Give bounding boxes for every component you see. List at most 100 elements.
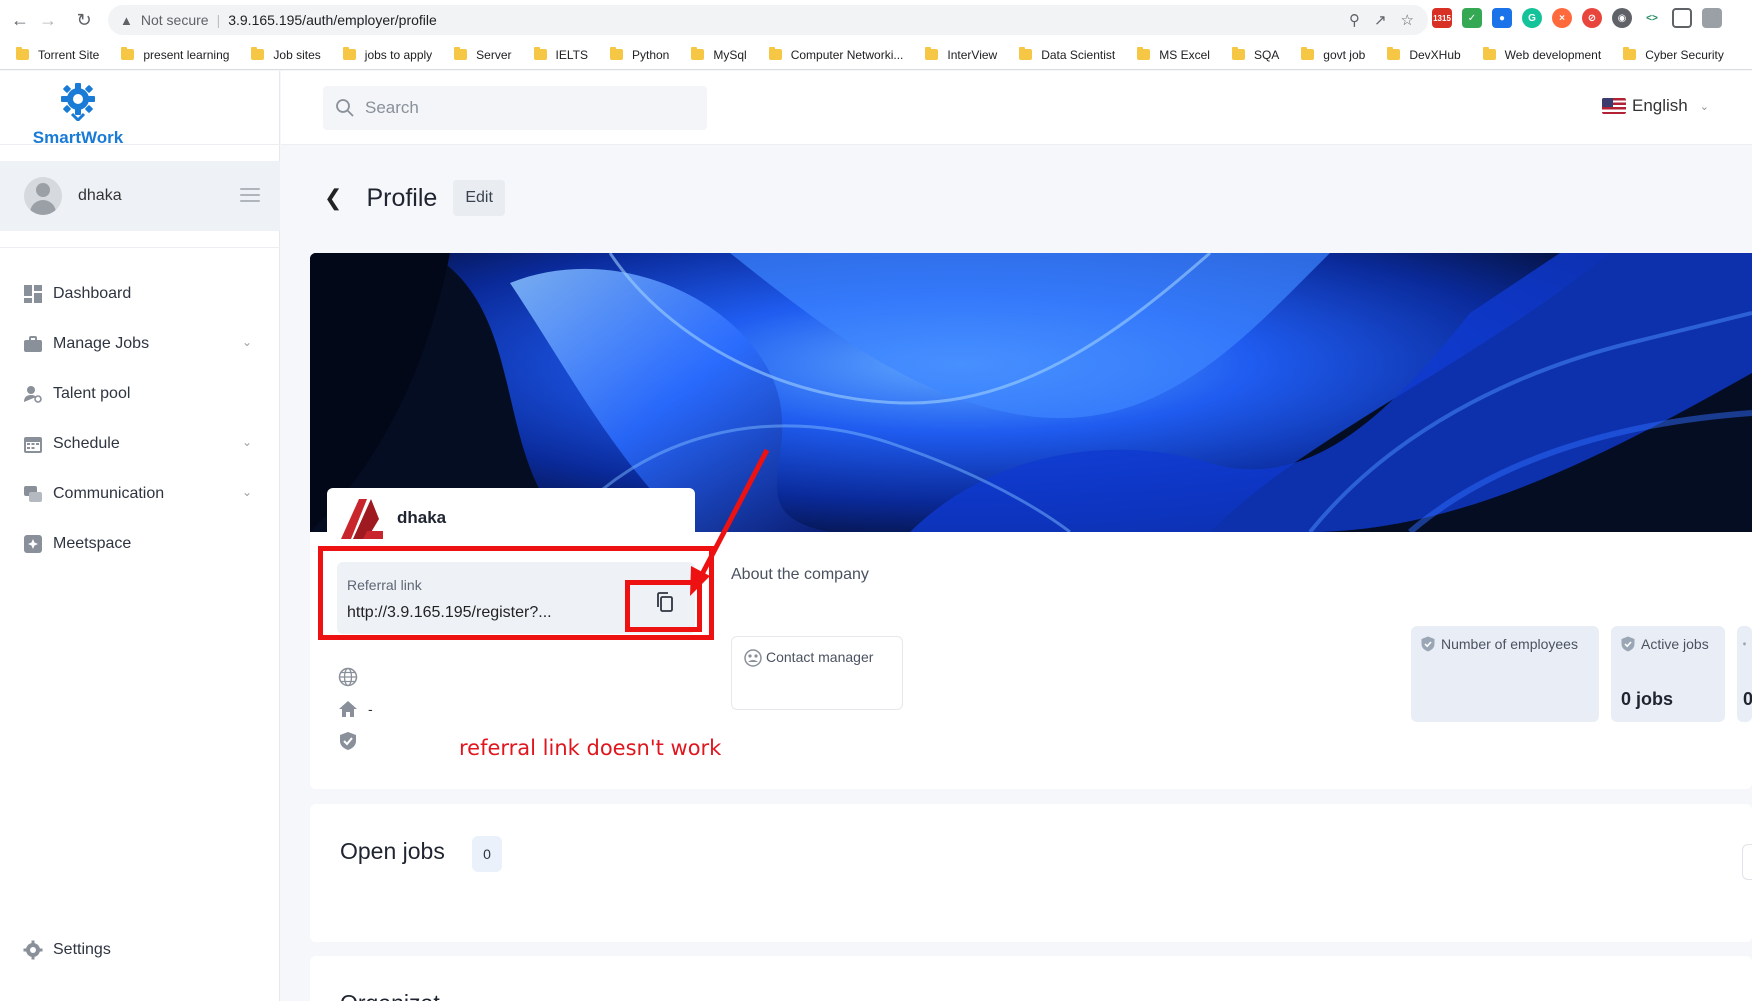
- bookmark-label: Python: [631, 47, 670, 62]
- bookmark-label: Data Scientist: [1041, 47, 1116, 62]
- bookmark-item[interactable]: Data Scientist: [1019, 47, 1116, 62]
- contact-manager-label: Contact manager: [766, 649, 874, 665]
- bookmark-star-icon[interactable]: ☆: [1401, 11, 1414, 29]
- company-header: dhaka: [327, 488, 695, 548]
- sidebar-item-talent-pool[interactable]: Talent pool: [0, 369, 280, 419]
- warning-icon: ▲: [120, 12, 133, 28]
- sidebar-item-label: Talent pool: [53, 385, 131, 402]
- search-box[interactable]: [323, 86, 707, 130]
- bookmark-label: Web development: [1504, 47, 1602, 62]
- url-text: 3.9.165.195/auth/employer/profile: [228, 12, 437, 28]
- chevron-down-icon[interactable]: ⌄: [242, 485, 252, 499]
- drop-extension-icon[interactable]: ●: [1492, 8, 1512, 28]
- shield-check-icon: [1743, 642, 1746, 646]
- bookmark-label: InterView: [947, 47, 998, 62]
- bookmark-item[interactable]: Server: [454, 47, 512, 62]
- address-bar[interactable]: ▲ Not secure | 3.9.165.195/auth/employer…: [108, 5, 1428, 35]
- bookmark-item[interactable]: jobs to apply: [342, 47, 432, 62]
- bookmark-label: DevXHub: [1409, 47, 1461, 62]
- sidebar-item-label: Dashboard: [53, 285, 132, 302]
- close-extension-icon[interactable]: ×: [1552, 8, 1572, 28]
- hamburger-menu-icon[interactable]: [240, 188, 260, 206]
- bookmark-item[interactable]: MySql: [691, 47, 747, 62]
- sidebar-item-label: Meetspace: [53, 535, 132, 552]
- shield-check-icon: [340, 732, 356, 750]
- open-jobs-section: Open jobs 0: [310, 804, 1752, 942]
- shield-check-icon: [1621, 636, 1635, 652]
- user-panel[interactable]: dhaka: [0, 161, 280, 231]
- page-title: Profile: [366, 183, 438, 212]
- sidebar-item-manage-jobs[interactable]: Manage Jobs ⌄: [0, 319, 280, 369]
- sidebar-item-dashboard[interactable]: Dashboard: [0, 269, 280, 319]
- globe-icon: [338, 667, 358, 687]
- edit-button[interactable]: Edit: [453, 180, 505, 216]
- about-company-heading: About the company: [731, 566, 869, 583]
- bookmark-label: SQA: [1253, 47, 1280, 62]
- browser-toolbar: ← → ↻ ▲ Not secure | 3.9.165.195/auth/em…: [0, 0, 1752, 40]
- forward-arrow-icon[interactable]: →: [36, 8, 60, 32]
- bookmark-label: MS Excel: [1159, 47, 1210, 62]
- bookmark-item[interactable]: Python: [609, 47, 670, 62]
- grammarly-icon[interactable]: G: [1522, 8, 1542, 28]
- bookmark-item[interactable]: DevXHub: [1387, 47, 1461, 62]
- mail-badge: 1315: [1433, 13, 1451, 23]
- sidebar-item-settings[interactable]: Settings: [23, 940, 111, 960]
- bookmark-label: MySql: [713, 47, 747, 62]
- company-name: dhaka: [397, 508, 447, 527]
- key-icon[interactable]: ⚲: [1349, 11, 1360, 29]
- bookmark-item[interactable]: present learning: [121, 47, 229, 62]
- bookmark-item[interactable]: Job sites: [251, 47, 321, 62]
- add-job-button[interactable]: [1742, 844, 1752, 880]
- address-separator: |: [216, 12, 221, 28]
- sidebar-item-schedule[interactable]: Schedule ⌄: [0, 419, 280, 469]
- sidebar-item-label: Manage Jobs: [53, 335, 150, 352]
- chat-icon: [23, 484, 43, 504]
- sidebar-item-communication[interactable]: Communication ⌄: [0, 469, 280, 519]
- profile-icon[interactable]: [1702, 8, 1722, 28]
- block-extension-icon[interactable]: ⊘: [1582, 8, 1602, 28]
- stat-number-of-employees: Number of employees: [1411, 626, 1599, 722]
- bookmark-item[interactable]: Web development: [1482, 47, 1602, 62]
- user-divider: [0, 247, 280, 248]
- page-header: ❮ Profile Edit: [324, 180, 505, 216]
- mail-extension-icon[interactable]: 1315: [1432, 8, 1452, 28]
- bookmark-label: Server: [476, 47, 512, 62]
- user-name: dhaka: [78, 187, 122, 204]
- bookmark-item[interactable]: SQA: [1231, 47, 1280, 62]
- folder-icon: [251, 47, 265, 60]
- annotation-copy-highlight-box: [625, 580, 702, 632]
- folder-icon: [1482, 47, 1496, 60]
- chevron-down-icon[interactable]: ⌄: [242, 335, 252, 349]
- company-info-list: -: [338, 661, 398, 757]
- back-chevron-icon[interactable]: ❮: [324, 185, 342, 211]
- screenshot-icon[interactable]: [1672, 8, 1692, 28]
- back-arrow-icon[interactable]: ←: [8, 8, 32, 32]
- language-selector[interactable]: English ⌄: [1602, 96, 1709, 116]
- user-search-icon: [23, 384, 43, 404]
- mouse-extension-icon[interactable]: ◉: [1612, 8, 1632, 28]
- address-value: -: [368, 701, 373, 717]
- chevron-down-icon[interactable]: ⌄: [242, 435, 252, 449]
- security-label: Not secure: [140, 12, 209, 28]
- code-extension-icon[interactable]: <>: [1642, 8, 1662, 28]
- bookmark-item[interactable]: Torrent Site: [16, 47, 99, 62]
- bookmark-label: Computer Networki...: [790, 47, 904, 62]
- bookmark-item[interactable]: MS Excel: [1137, 47, 1210, 62]
- shield-extension-icon[interactable]: ✓: [1462, 8, 1482, 28]
- sidebar-item-meetspace[interactable]: Meetspace: [0, 519, 280, 569]
- smartwork-logo[interactable]: SmartWork: [18, 77, 138, 149]
- home-icon: [339, 701, 357, 717]
- reload-icon[interactable]: ↻: [72, 8, 96, 32]
- folder-icon: [1231, 47, 1245, 60]
- contact-manager-card[interactable]: Contact manager: [731, 636, 903, 710]
- bookmark-item[interactable]: IELTS: [533, 47, 588, 62]
- share-icon[interactable]: ↗: [1374, 11, 1387, 29]
- bookmark-item[interactable]: Cyber Security: [1623, 47, 1724, 62]
- shield-check-icon: [1421, 636, 1435, 652]
- language-label: English: [1632, 96, 1688, 115]
- search-input[interactable]: [365, 98, 685, 118]
- bookmark-item[interactable]: Computer Networki...: [768, 47, 904, 62]
- bookmark-label: govt job: [1323, 47, 1366, 62]
- bookmark-item[interactable]: govt job: [1301, 47, 1366, 62]
- bookmark-item[interactable]: InterView: [925, 47, 998, 62]
